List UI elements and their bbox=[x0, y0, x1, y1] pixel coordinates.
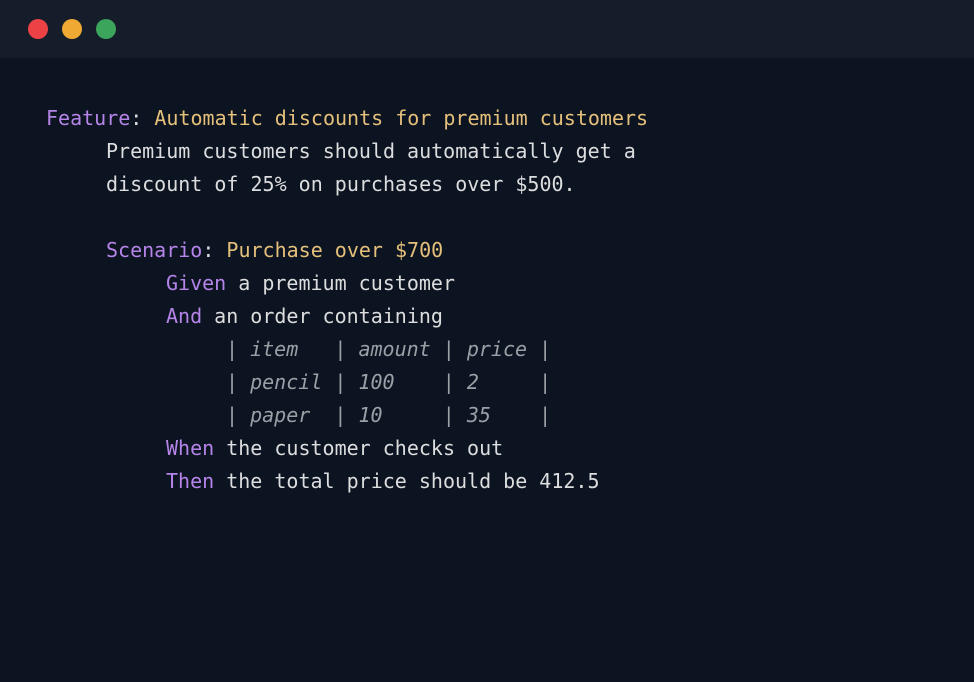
given-keyword: Given bbox=[166, 271, 226, 295]
description-line: discount of 25% on purchases over $500. bbox=[46, 168, 928, 201]
then-keyword: Then bbox=[166, 469, 214, 493]
maximize-icon[interactable] bbox=[96, 19, 116, 39]
then-text: the total price should be 412.5 bbox=[226, 469, 599, 493]
when-keyword: When bbox=[166, 436, 214, 460]
description-line: Premium customers should automatically g… bbox=[46, 135, 928, 168]
when-line: When the customer checks out bbox=[46, 432, 928, 465]
blank-line bbox=[46, 201, 928, 234]
and-line: And an order containing bbox=[46, 300, 928, 333]
and-text: an order containing bbox=[214, 304, 443, 328]
code-block: Feature: Automatic discounts for premium… bbox=[0, 58, 974, 542]
when-text: the customer checks out bbox=[226, 436, 503, 460]
then-line: Then the total price should be 412.5 bbox=[46, 465, 928, 498]
table-row: | item | amount | price | bbox=[46, 333, 928, 366]
feature-title: Automatic discounts for premium customer… bbox=[154, 106, 648, 130]
feature-line: Feature: Automatic discounts for premium… bbox=[46, 102, 928, 135]
given-text: a premium customer bbox=[238, 271, 455, 295]
table-row: | paper | 10 | 35 | bbox=[46, 399, 928, 432]
scenario-line: Scenario: Purchase over $700 bbox=[46, 234, 928, 267]
table-row: | pencil | 100 | 2 | bbox=[46, 366, 928, 399]
window-titlebar bbox=[0, 0, 974, 58]
minimize-icon[interactable] bbox=[62, 19, 82, 39]
given-line: Given a premium customer bbox=[46, 267, 928, 300]
scenario-keyword: Scenario bbox=[106, 238, 202, 262]
feature-keyword: Feature bbox=[46, 106, 130, 130]
scenario-title: Purchase over $700 bbox=[226, 238, 443, 262]
and-keyword: And bbox=[166, 304, 202, 328]
close-icon[interactable] bbox=[28, 19, 48, 39]
